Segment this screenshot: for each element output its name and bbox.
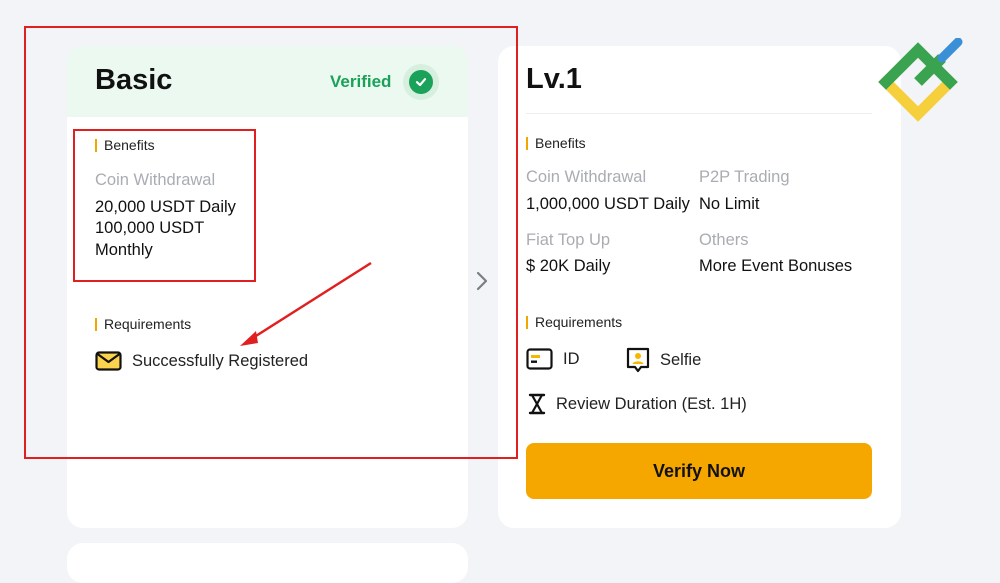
lv1-benefit-value: $ 20K Daily bbox=[526, 257, 611, 275]
annotation-benefits-frame bbox=[73, 129, 256, 282]
next-level-card bbox=[67, 543, 468, 583]
requirement-id: ID bbox=[526, 348, 580, 370]
lv1-benefit-label: Coin Withdrawal bbox=[526, 168, 647, 186]
lv1-benefit-value: 1,000,000 USDT Daily bbox=[526, 195, 690, 213]
review-duration-text: Review Duration (Est. 1H) bbox=[556, 394, 747, 413]
verify-now-button[interactable]: Verify Now bbox=[526, 443, 872, 499]
brand-logo-icon bbox=[878, 38, 963, 122]
lv1-level-title: Lv.1 bbox=[526, 63, 582, 95]
lv1-benefit-value: More Event Bonuses bbox=[699, 257, 853, 275]
lv1-requirements-label: Requirements bbox=[526, 315, 622, 329]
id-card-icon bbox=[526, 348, 553, 370]
requirement-selfie: Selfie bbox=[626, 347, 701, 373]
lv1-level-card: Lv.1 Benefits Coin Withdrawal 1,000,000 … bbox=[498, 46, 901, 528]
lv1-benefits-label: Benefits bbox=[526, 136, 586, 150]
lv1-benefit-value: No Limit bbox=[699, 195, 760, 213]
lv1-divider bbox=[526, 113, 872, 114]
lv1-benefit-label: Others bbox=[699, 231, 749, 249]
requirement-id-text: ID bbox=[563, 349, 580, 368]
requirement-selfie-text: Selfie bbox=[660, 350, 702, 369]
hourglass-icon bbox=[528, 393, 546, 415]
selfie-portrait-icon bbox=[626, 347, 650, 373]
lv1-benefit-label: P2P Trading bbox=[699, 168, 790, 186]
lv1-benefit-label: Fiat Top Up bbox=[526, 231, 611, 249]
review-duration: Review Duration (Est. 1H) bbox=[528, 393, 747, 415]
